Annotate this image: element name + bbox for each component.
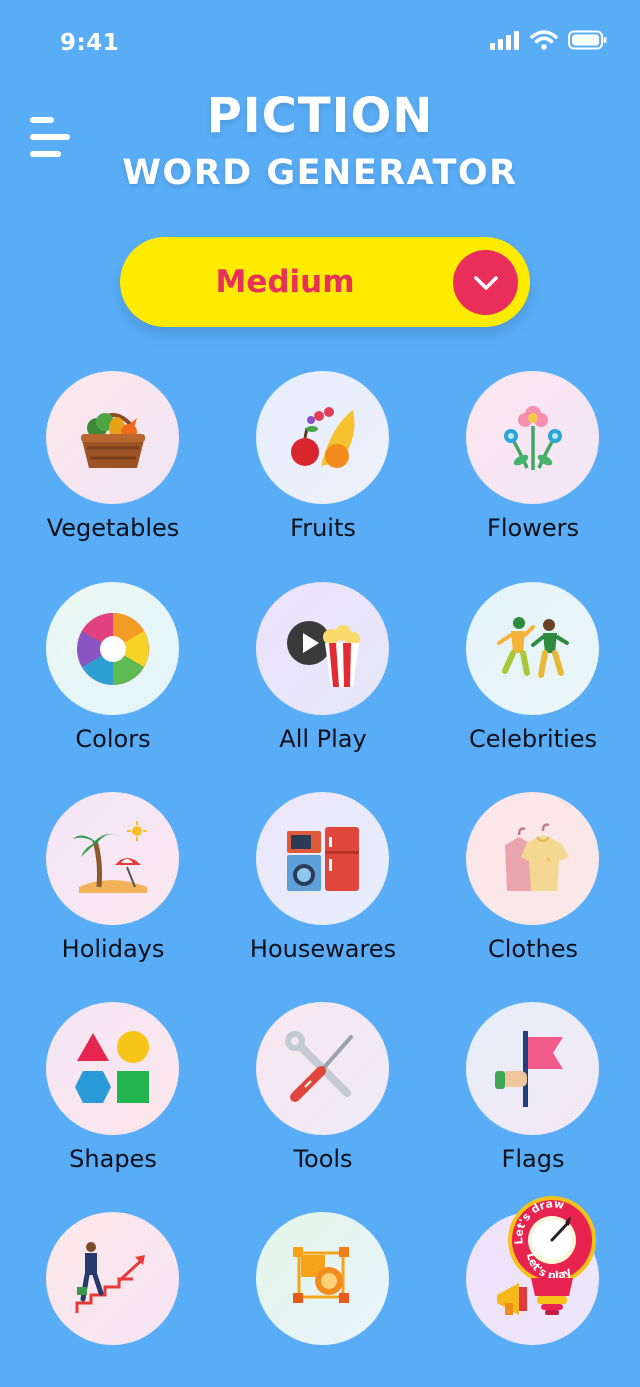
category-icon-circle [46,792,179,925]
category-vegetables[interactable]: Vegetables [8,371,218,571]
category-label: Flags [501,1145,565,1173]
category-label: Fruits [290,514,356,542]
popcorn-play-icon [286,620,360,687]
category-icon-circle [46,582,179,715]
category-shapes[interactable]: Shapes [8,1002,218,1202]
category-icon-circle [466,1002,599,1135]
wifi-icon [530,30,558,50]
category-celebrities[interactable]: Celebrities [428,582,638,782]
category-housewares[interactable]: Housewares [218,792,428,992]
category-label: All Play [279,725,367,753]
clothes-hanger-icon [504,822,569,891]
category-icon-circle [46,371,179,504]
category-label: Housewares [249,935,397,963]
category-icon-circle [256,1002,389,1135]
battery-icon [568,30,607,50]
category-icon-circle [256,792,389,925]
shapes-icon [74,1030,149,1103]
status-bar: 9:41 [0,0,640,88]
category-icon-circle [466,371,599,504]
tools-icon [284,1030,353,1102]
difficulty-selected: Medium [215,264,355,300]
lets-draw-badge[interactable]: Let's draw Let's play [505,1192,600,1322]
category-colors[interactable]: Colors [8,582,218,782]
category-icon-circle [256,1212,389,1345]
category-design[interactable] [218,1212,428,1387]
category-label: Shapes [69,1145,157,1173]
category-tools[interactable]: Tools [218,1002,428,1202]
dropdown-toggle-button[interactable] [453,250,518,315]
design-shapes-icon [292,1246,349,1303]
category-all-play[interactable]: All Play [218,582,428,782]
flowers-icon [503,405,562,470]
category-icon-circle [256,582,389,715]
category-label: Celebrities [468,725,598,753]
category-clothes[interactable]: Clothes [428,792,638,992]
category-holidays[interactable]: Holidays [8,792,218,992]
palm-beach-icon [72,820,147,893]
category-label: Holidays [61,935,165,963]
category-icon-circle [46,1212,179,1345]
cellular-signal-icon [490,31,519,50]
lightbulb-badge-icon: Let's draw Let's play [508,1196,596,1315]
category-icon-circle [46,1002,179,1135]
flag-icon [494,1030,563,1107]
vegetable-basket-icon [80,412,145,468]
category-label: Flowers [487,514,579,542]
app-subtitle: WORD GENERATOR [122,153,518,193]
category-icon-circle [256,371,389,504]
category-label: Tools [293,1145,353,1173]
status-icons [490,30,608,50]
category-flags[interactable]: Flags [428,1002,638,1202]
category-icon-circle [466,582,599,715]
category-icon-circle [466,792,599,925]
category-label: Colors [75,725,151,753]
category-career[interactable] [8,1212,218,1387]
category-label: Clothes [488,935,578,963]
color-wheel-icon [76,612,149,685]
fruits-icon [290,406,354,468]
career-stairs-icon [75,1241,145,1313]
category-flowers[interactable]: Flowers [428,371,638,571]
app-title: PICTION [206,88,434,144]
chevron-down-icon [473,275,498,290]
category-label: Vegetables [46,514,180,542]
status-time: 9:41 [60,30,120,56]
category-fruits[interactable]: Fruits [218,371,428,571]
dancers-icon [496,616,569,678]
appliances-icon [286,826,359,891]
difficulty-dropdown[interactable]: Medium [120,237,530,327]
